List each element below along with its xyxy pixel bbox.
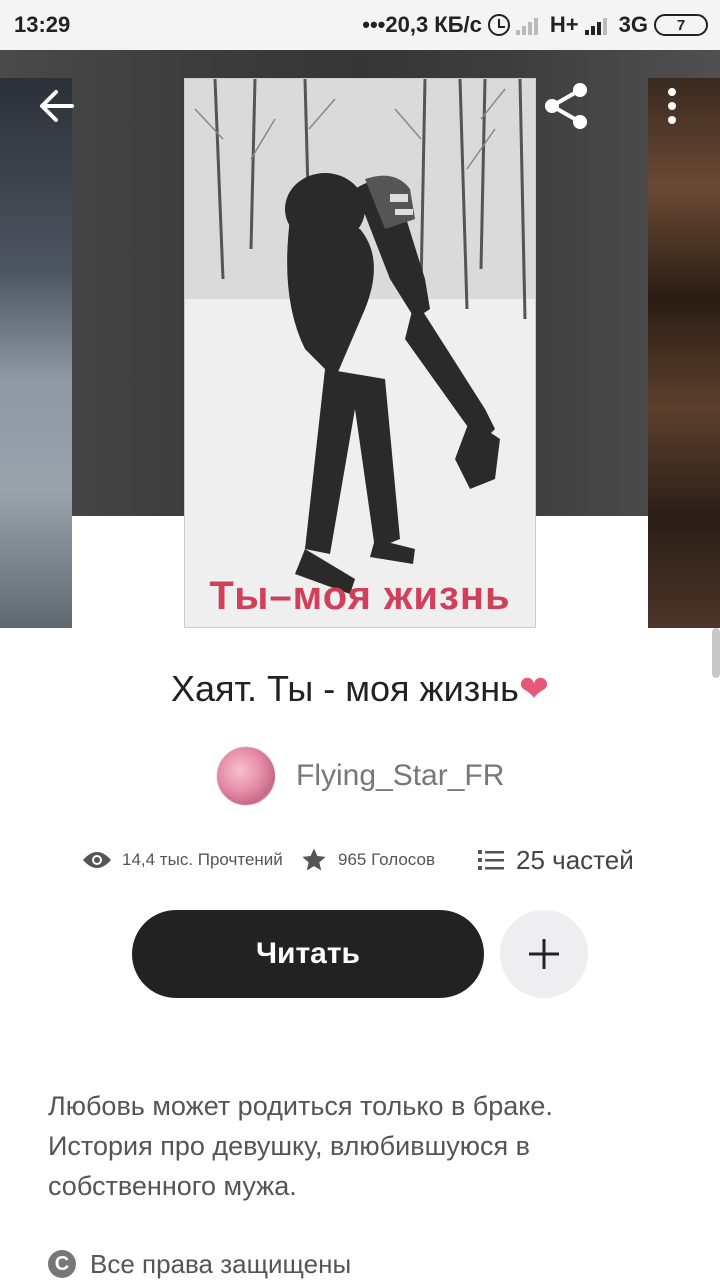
avatar[interactable] <box>216 746 276 806</box>
battery-icon: 7 <box>654 14 708 36</box>
signal-2-icon <box>584 15 613 35</box>
heart-emoji: ❤ <box>518 668 550 709</box>
back-button[interactable] <box>32 82 80 130</box>
copyright-info: C Все права защищены <box>48 1244 351 1280</box>
author-link[interactable]: Flying_Star_FR <box>216 746 504 806</box>
copyright-icon: C <box>48 1250 76 1278</box>
status-indicators: •••20,3 КБ/с H+ 3G 7 <box>362 10 708 40</box>
add-to-library-button[interactable] <box>500 910 588 998</box>
arrow-left-icon <box>40 90 74 122</box>
status-bar: 13:29 •••20,3 КБ/с H+ 3G 7 <box>0 0 720 50</box>
network-speed: •••20,3 КБ/с <box>362 12 482 37</box>
copyright-text: Все права защищены <box>90 1248 352 1279</box>
network-type-2: 3G <box>618 12 648 37</box>
alarm-icon <box>487 14 510 36</box>
story-title: Хаят. Ты - моя жизнь❤ <box>0 668 720 710</box>
share-icon <box>545 83 587 129</box>
parts-count[interactable]: 25 частей <box>516 845 634 876</box>
more-options-button[interactable] <box>648 82 696 130</box>
reads-count: 14,4 тыс. Прочтений <box>122 850 283 869</box>
parts-stat[interactable]: 25 частей <box>478 840 634 880</box>
story-title-text: Хаят. Ты - моя жизнь <box>170 668 519 709</box>
story-description: Любовь может родиться только в браке. Ис… <box>48 1091 553 1201</box>
previous-story-cover[interactable] <box>0 78 72 628</box>
star-icon <box>302 848 326 871</box>
cover-title-overlay: Ты–моя жизнь <box>209 574 511 618</box>
eye-icon <box>83 852 111 868</box>
share-button[interactable] <box>542 82 590 130</box>
battery-level: 7 <box>676 16 686 34</box>
reads-stat: 14,4 тыс. Прочтений <box>82 840 283 880</box>
story-cover: Ты–моя жизнь <box>184 78 536 628</box>
author-name[interactable]: Flying_Star_FR <box>296 759 504 793</box>
votes-count: 965 Голосов <box>338 850 435 869</box>
more-vert-icon <box>668 88 676 124</box>
status-time: 13:29 <box>14 12 71 37</box>
network-type-1: H+ <box>549 12 579 37</box>
plus-icon <box>529 939 559 969</box>
story-stats: 14,4 тыс. Прочтений 965 Голосов 25 часте… <box>0 840 720 880</box>
signal-1-icon <box>515 15 544 35</box>
list-icon <box>478 850 504 870</box>
cover-illustration <box>185 79 535 627</box>
read-button[interactable]: Читать <box>132 910 484 998</box>
next-story-cover[interactable] <box>648 78 720 628</box>
votes-stat: 965 Голосов <box>300 840 435 880</box>
